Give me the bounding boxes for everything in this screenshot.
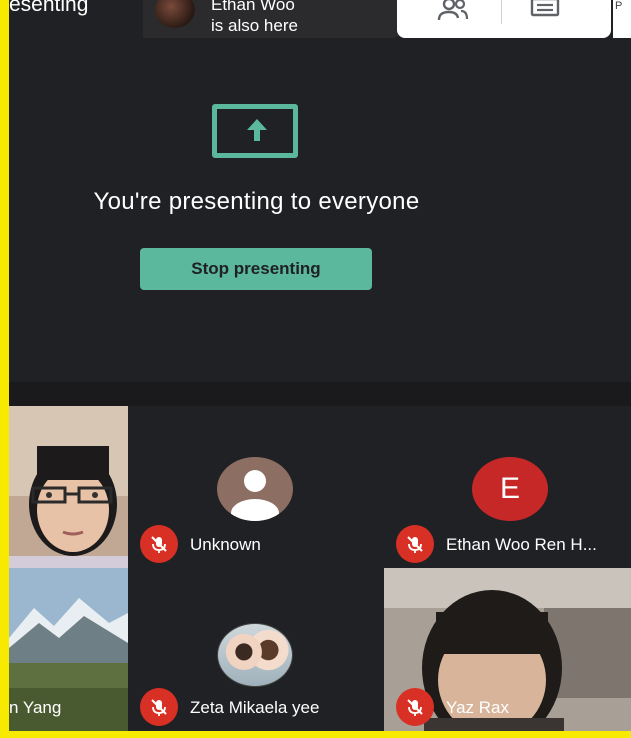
participant-name: n Yang xyxy=(9,698,62,717)
presenting-title: You're presenting to everyone xyxy=(93,188,420,215)
people-icon[interactable] xyxy=(437,0,469,22)
participant-grid: Unknown E Ethan Woo Ren H... n Yang Zeta… xyxy=(9,406,631,731)
top-actions xyxy=(397,0,611,38)
participant-name: Ethan Woo Ren H... xyxy=(446,535,597,554)
presentation-area: You're presenting to everyone Stop prese… xyxy=(9,38,631,382)
camera-feed-image xyxy=(9,406,128,568)
join-notification-text: Ethan Woo is also here xyxy=(211,0,298,35)
mic-off-icon xyxy=(140,525,178,563)
participant-tile[interactable]: n Yang xyxy=(9,568,128,731)
top-bar: esenting Ethan Woo is also here P xyxy=(9,0,631,38)
participant-name: Unknown xyxy=(190,535,261,554)
participant-name: Yaz Rax xyxy=(446,698,509,717)
participant-tile[interactable]: E Ethan Woo Ren H... xyxy=(384,406,631,568)
participant-tile[interactable]: Zeta Mikaela yee xyxy=(128,568,384,731)
section-divider xyxy=(9,382,631,406)
chat-icon[interactable] xyxy=(529,0,561,20)
join-notification[interactable]: Ethan Woo is also here xyxy=(143,0,399,38)
participant-tile[interactable]: Unknown xyxy=(128,406,384,568)
participant-tile[interactable]: Yaz Rax xyxy=(384,568,631,731)
participant-tile[interactable] xyxy=(9,406,128,568)
divider xyxy=(501,0,502,24)
presenting-status-text: esenting xyxy=(9,0,89,16)
participant-name: Zeta Mikaela yee xyxy=(190,698,320,717)
avatar: E xyxy=(472,457,548,521)
stop-presenting-button[interactable]: Stop presenting xyxy=(140,248,372,290)
offscreen-panel-edge: P xyxy=(613,0,631,38)
person-icon xyxy=(231,470,279,521)
mic-off-icon xyxy=(396,688,434,726)
mic-off-icon xyxy=(140,688,178,726)
mic-off-icon xyxy=(396,525,434,563)
present-to-all-icon xyxy=(212,104,298,158)
avatar xyxy=(217,457,293,521)
avatar xyxy=(217,623,293,687)
meeting-window: esenting Ethan Woo is also here P You're… xyxy=(9,0,631,731)
avatar xyxy=(155,0,195,28)
